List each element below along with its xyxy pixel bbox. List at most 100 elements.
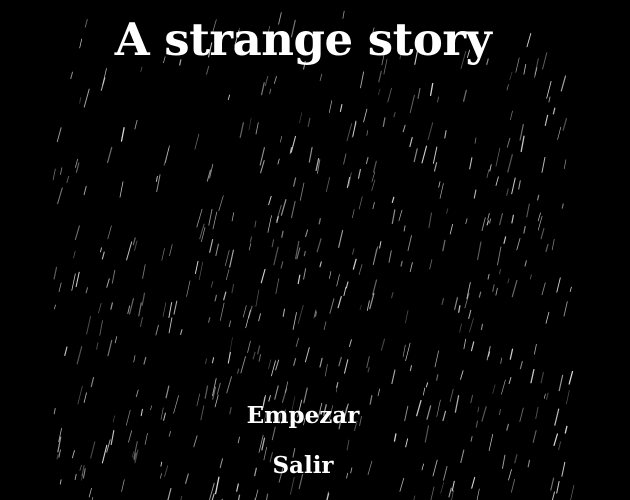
- raindrop: [216, 382, 221, 395]
- raindrop: [318, 218, 321, 225]
- raindrop: [429, 259, 433, 270]
- raindrop: [204, 385, 209, 399]
- raindrop: [338, 229, 344, 248]
- raindrop: [402, 124, 406, 133]
- raindrop: [526, 203, 530, 218]
- raindrop: [413, 148, 418, 163]
- raindrop: [440, 482, 445, 494]
- raindrop: [546, 81, 552, 99]
- raindrop: [142, 264, 146, 279]
- raindrop: [506, 84, 509, 91]
- raindrop: [540, 227, 545, 240]
- raindrop: [470, 341, 475, 352]
- raindrop: [292, 312, 297, 330]
- raindrop: [303, 268, 307, 280]
- raindrop: [186, 280, 191, 297]
- raindrop: [208, 317, 211, 323]
- raindrop: [489, 164, 492, 172]
- raindrop: [464, 292, 470, 309]
- game-screen: A strange story Empezar Salir: [0, 0, 630, 500]
- raindrop: [107, 225, 112, 240]
- raindrop: [163, 147, 170, 166]
- raindrop: [429, 82, 434, 97]
- raindrop: [132, 237, 136, 246]
- raindrop: [198, 261, 204, 281]
- exit-button[interactable]: Salir: [0, 450, 606, 482]
- raindrop: [465, 218, 468, 224]
- raindrop: [214, 294, 217, 302]
- raindrop: [277, 158, 280, 165]
- raindrop: [249, 236, 253, 243]
- raindrop: [228, 320, 232, 328]
- raindrop: [562, 117, 568, 131]
- raindrop: [224, 250, 230, 267]
- raindrop: [85, 287, 88, 294]
- raindrop: [180, 496, 183, 500]
- raindrop: [260, 268, 266, 284]
- raindrop: [212, 211, 218, 230]
- raindrop: [319, 261, 322, 268]
- raindrop: [371, 171, 376, 183]
- raindrop: [165, 385, 170, 399]
- raindrop: [276, 216, 279, 224]
- raindrop: [398, 209, 403, 222]
- raindrop: [403, 225, 406, 232]
- raindrop: [500, 357, 503, 364]
- raindrop: [570, 484, 575, 500]
- raindrop: [518, 180, 521, 190]
- raindrop: [449, 223, 453, 235]
- raindrop: [558, 374, 564, 392]
- raindrop: [400, 260, 403, 267]
- raindrop: [100, 247, 102, 253]
- raindrop: [458, 305, 461, 313]
- raindrop: [366, 300, 370, 311]
- raindrop: [211, 357, 215, 364]
- raindrop: [74, 225, 80, 241]
- raindrop: [223, 291, 227, 301]
- raindrop: [273, 246, 279, 266]
- raindrop: [511, 214, 514, 224]
- raindrop: [328, 100, 333, 114]
- raindrop: [88, 487, 92, 498]
- raindrop: [358, 196, 363, 210]
- raindrop: [391, 196, 395, 203]
- raindrop: [537, 212, 541, 222]
- raindrop: [308, 146, 313, 163]
- raindrop: [225, 269, 230, 281]
- raindrop: [537, 194, 540, 201]
- raindrop: [391, 369, 396, 385]
- raindrop: [70, 71, 73, 80]
- raindrop: [110, 430, 115, 446]
- raindrop: [324, 364, 328, 377]
- raindrop: [544, 114, 549, 126]
- raindrop: [409, 365, 413, 372]
- raindrop: [532, 430, 537, 443]
- raindrop: [372, 248, 378, 266]
- raindrop: [57, 187, 63, 205]
- raindrop: [352, 258, 357, 270]
- raindrop: [451, 480, 455, 492]
- raindrop: [558, 441, 562, 451]
- raindrop: [523, 225, 526, 234]
- raindrop: [499, 213, 503, 226]
- raindrop: [290, 135, 297, 153]
- raindrop: [413, 495, 416, 500]
- raindrop: [319, 357, 323, 368]
- raindrop: [393, 433, 397, 442]
- raindrop: [543, 393, 546, 399]
- raindrop: [511, 279, 518, 298]
- raindrop: [405, 310, 409, 324]
- raindrop: [325, 176, 331, 192]
- raindrop: [462, 89, 467, 102]
- raindrop: [427, 122, 434, 141]
- raindrop: [75, 162, 80, 173]
- start-button[interactable]: Empezar: [0, 400, 606, 432]
- raindrop: [378, 70, 382, 83]
- raindrop: [96, 342, 99, 350]
- raindrop: [451, 489, 454, 500]
- raindrop: [239, 122, 245, 139]
- raindrop: [258, 313, 261, 322]
- raindrop: [248, 305, 253, 319]
- raindrop: [209, 239, 214, 253]
- raindrop: [343, 359, 349, 374]
